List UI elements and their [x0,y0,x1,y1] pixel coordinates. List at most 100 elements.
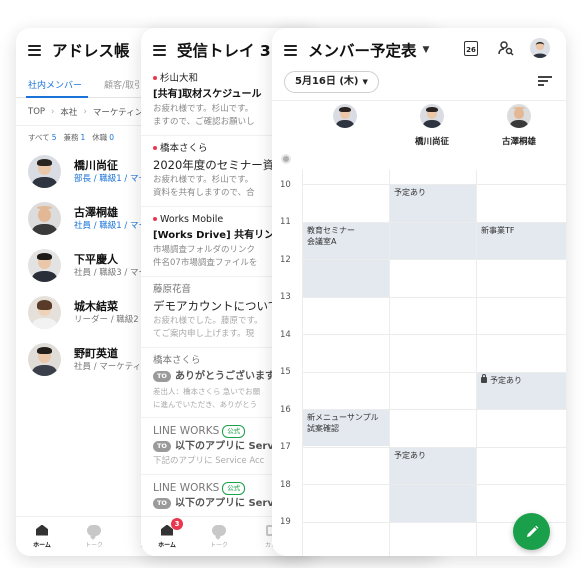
member-name [302,135,388,146]
active-tab-indicator [26,96,88,98]
event-block[interactable]: 新メニューサンプル 試案確認 [302,409,389,446]
grid-row-line [302,222,566,223]
dropdown-icon: ▼ [362,78,368,86]
hour-label: 18 [280,480,291,490]
create-event-button[interactable] [513,513,550,550]
grid-row-line [302,409,566,410]
menu-icon[interactable] [28,44,41,56]
filter-icon[interactable] [538,75,552,87]
event-title: 新メニューサンプル 試案確認 [307,413,379,433]
event-block[interactable]: 予定あり [476,372,566,409]
mail-sender: 橋本さくら [160,143,208,154]
mail-sender: 杉山大和 [160,73,199,84]
page-title: アドレス帳 [52,42,130,60]
chevron-right-icon: › [83,106,87,117]
unread-dot [153,216,157,221]
member-column-header[interactable]: 古澤桐雄 [476,104,562,147]
mail-subject: ありがとうございます [174,371,275,382]
avatar [28,249,61,282]
hour-label: 19 [280,517,291,527]
hour-label: 16 [280,405,291,415]
unread-dot [153,145,157,150]
grid-row-line [302,372,566,373]
nav-home-label: ホーム [158,542,176,549]
notification-badge: 3 [171,518,183,530]
person-name: 城木結菜 [74,299,118,313]
nav-talk-label: トーク [84,542,103,549]
person-role: リーダー / 職級2 [74,314,139,325]
chat-icon [87,523,101,537]
mail-sender: LINE WORKS [153,482,220,494]
hour-label: 11 [280,217,291,227]
grid-row-line [302,484,566,485]
event-block[interactable]: 新事業TF [476,222,566,259]
hour-label: 15 [280,367,291,377]
official-badge: 公式 [222,481,246,495]
nav-talk-label: トーク [209,542,228,549]
hour-label: 10 [280,180,291,190]
grid-row-line [302,184,566,185]
hour-label: 12 [280,255,291,265]
member-column-header[interactable]: 橋川尚征 [389,104,475,147]
official-badge: 公式 [222,424,246,438]
avatar [28,202,61,235]
date-label: 5月16日 (木) [295,76,359,87]
page-title: 受信トレイ 3 [177,42,271,60]
current-time-indicator [281,154,291,164]
mail-sender: Works Mobile [160,214,224,225]
avatar [28,296,61,329]
stat-leave-count: 0 [109,132,115,142]
member-schedule-screen: メンバー予定表 ▼ 26 5月16日 (木) ▼ 橋川尚征 古澤桐雄 10 11 … [272,28,566,556]
nav-home[interactable]: 3 ホーム [141,517,193,556]
menu-icon[interactable] [153,44,166,56]
menu-icon[interactable] [284,44,297,56]
to-tag: TO [153,370,171,382]
event-title: 予定あり [490,376,522,385]
lock-icon [481,373,487,383]
nav-home[interactable]: ホーム [16,517,68,556]
schedule-header: メンバー予定表 ▼ [272,28,566,72]
nav-talk[interactable]: トーク [68,517,120,556]
to-tag: TO [153,497,171,509]
user-search-icon[interactable] [498,40,514,56]
stat-concurrent-count: 1 [80,132,86,142]
stat-all-label[interactable]: すべて [28,132,50,143]
unread-dot [153,75,157,80]
event-title: 予定あり [394,188,426,197]
grid-column-line [389,170,390,556]
chevron-right-icon: › [51,106,55,117]
grid-row-line [302,334,566,335]
stat-leave-label[interactable]: 休職 [92,132,107,143]
grid-column-line [302,170,303,556]
hour-label: 14 [280,330,291,340]
avatar [28,155,61,188]
nav-talk[interactable]: トーク [193,517,245,556]
member-name: 古澤桐雄 [501,137,536,147]
event-title: 新事業TF [481,226,515,235]
divider [272,100,566,101]
avatar [507,104,531,128]
member-name: 橋川尚征 [414,137,449,147]
member-column-header[interactable] [302,104,388,146]
event-title: 教育セミナー 会議室A [307,226,355,246]
avatar [333,104,357,128]
schedule-grid[interactable]: 予定あり 教育セミナー 会議室A 新事業TF 予定あり 新メニューサンプル 試案… [302,170,566,556]
avatar [28,343,61,376]
tab-internal-members[interactable]: 社内メンバー [16,72,92,97]
dropdown-icon[interactable]: ▼ [423,45,430,55]
stat-all-count: 5 [51,132,57,142]
page-title[interactable]: メンバー予定表 [308,39,417,61]
pencil-icon [526,525,538,537]
hour-label: 17 [280,442,291,452]
breadcrumb-headoffice[interactable]: 本社 [60,106,77,118]
avatar[interactable] [530,38,550,58]
mail-sender: LINE WORKS [153,425,220,437]
chat-icon [212,523,226,537]
avatar [420,104,444,128]
stat-concurrent-label[interactable]: 兼務 [63,132,78,143]
breadcrumb-top[interactable]: TOP [28,107,45,117]
calendar-icon[interactable]: 26 [464,41,478,56]
date-selector[interactable]: 5月16日 (木) ▼ [284,71,379,93]
hour-label: 13 [280,292,291,302]
event-title: 予定あり [394,451,426,460]
